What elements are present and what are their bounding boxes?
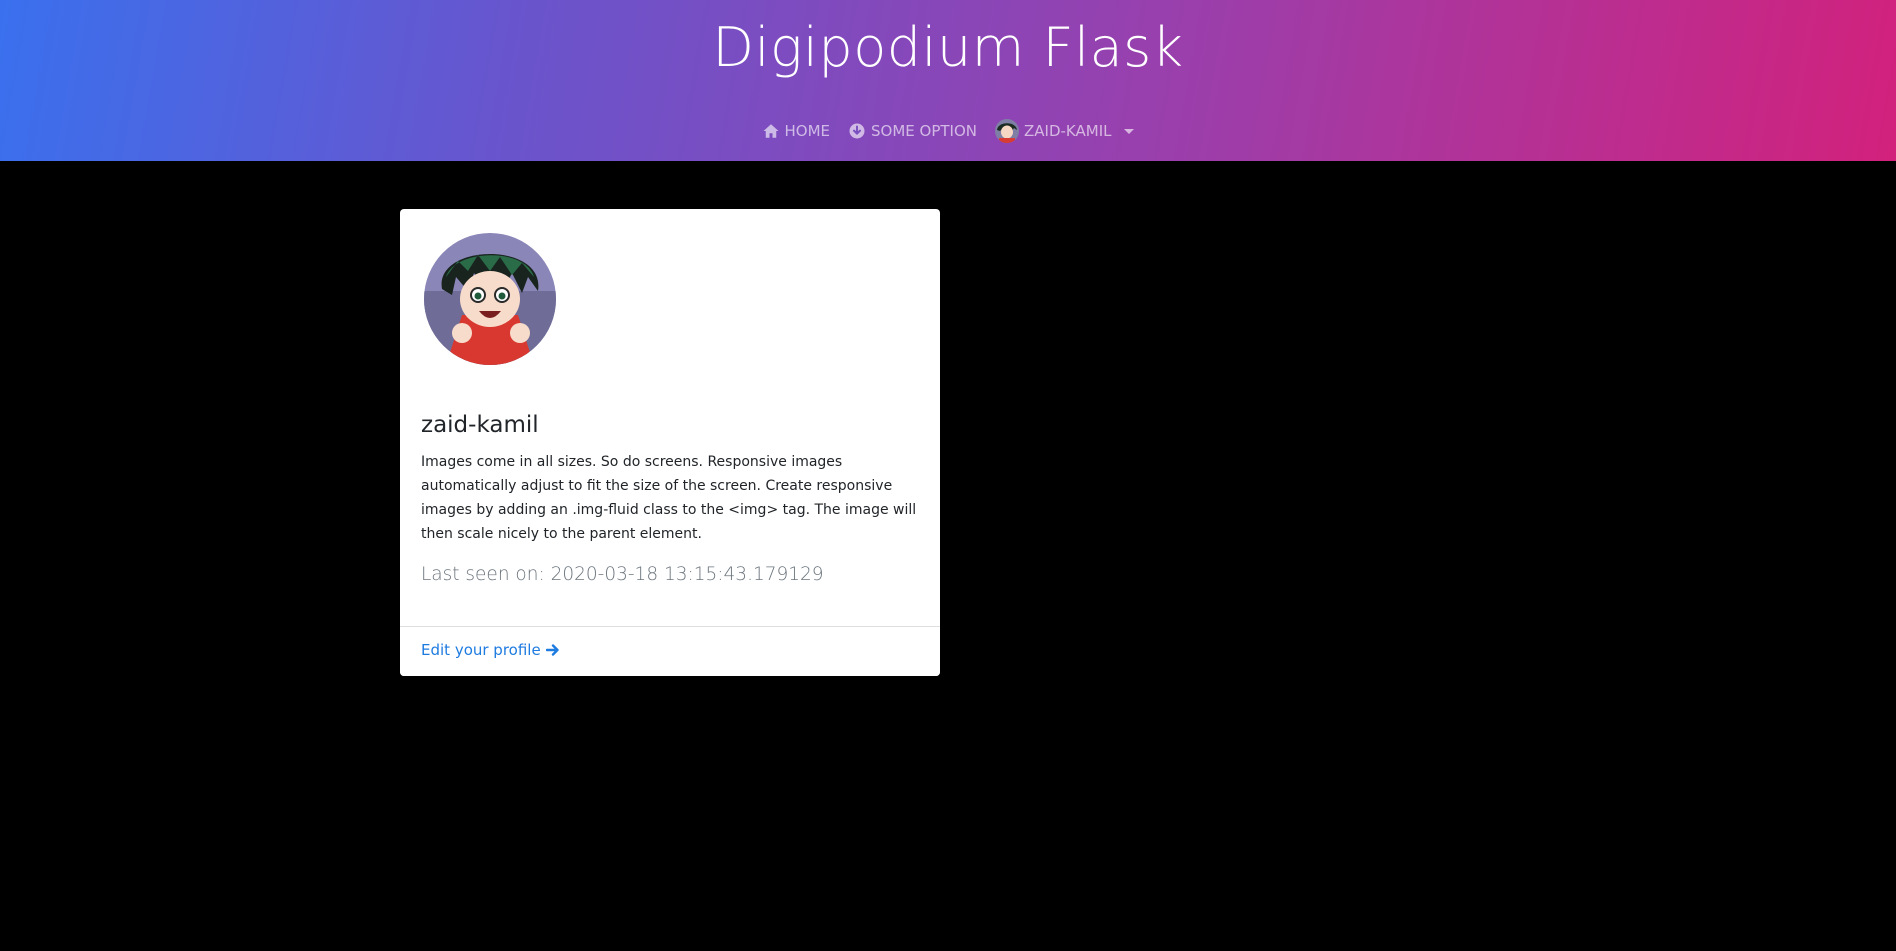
last-seen-text: Last seen on: 2020-03-18 13:15:43.179129 <box>421 564 824 585</box>
home-icon <box>763 124 778 138</box>
nav-home-label: HOME <box>784 122 831 140</box>
profile-card: zaid-kamil Images come in all sizes. So … <box>400 209 940 676</box>
nav-user-dropdown[interactable]: ZAID-KAMIL <box>995 118 1135 144</box>
edit-profile-label: Edit your profile <box>421 641 541 659</box>
nav-home[interactable]: HOME <box>762 118 831 144</box>
card-footer: Edit your profile <box>400 626 940 676</box>
profile-avatar <box>424 233 556 365</box>
main-nav: HOME SOME OPTION ZAID-KAMIL <box>0 118 1896 144</box>
brand-title[interactable]: Digipodium Flask <box>0 12 1896 84</box>
profile-username: zaid-kamil <box>421 412 539 438</box>
profile-bio: Images come in all sizes. So do screens.… <box>421 454 917 542</box>
arrow-right-icon <box>545 644 559 656</box>
caret-down-icon <box>1124 128 1135 134</box>
avatar <box>995 119 1019 143</box>
arrow-circle-down-icon <box>849 123 865 139</box>
nav-user-label: ZAID-KAMIL <box>1024 122 1112 140</box>
nav-some-option[interactable]: SOME OPTION <box>848 118 977 144</box>
site-header: Digipodium Flask HOME SOME OPTION ZAID-K… <box>0 0 1896 161</box>
edit-profile-link[interactable]: Edit your profile <box>421 641 560 659</box>
nav-some-option-label: SOME OPTION <box>871 122 977 140</box>
